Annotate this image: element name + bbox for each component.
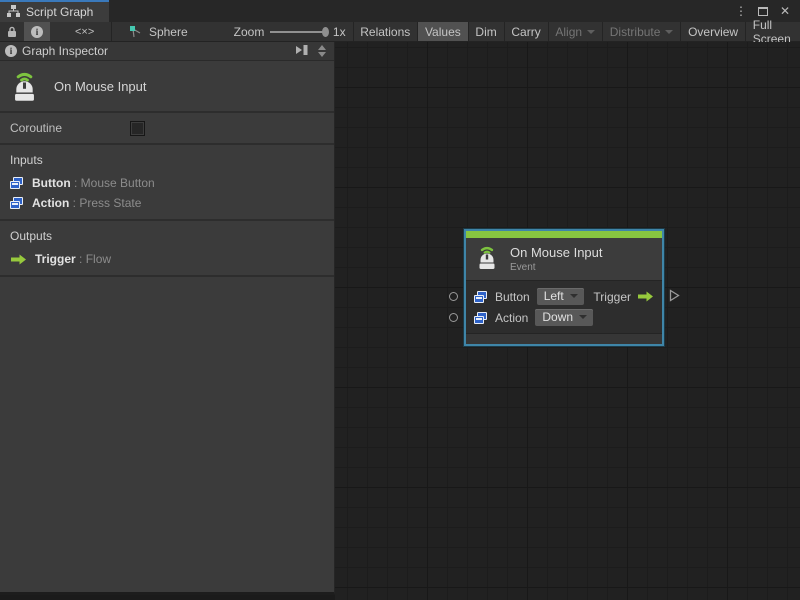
value-port-icon	[474, 291, 488, 303]
port-label: Button	[495, 290, 530, 304]
code-preview-icon[interactable]: <×>	[68, 22, 101, 41]
button-value-dropdown[interactable]: Left	[537, 288, 584, 305]
chevron-down-icon	[318, 52, 326, 57]
value-port-icon	[10, 197, 24, 209]
list-item: Action : Press State	[0, 193, 334, 213]
node-subtitle: Event	[510, 262, 603, 273]
carry-button[interactable]: Carry	[504, 22, 547, 41]
coroutine-label: Coroutine	[10, 121, 130, 135]
dim-button[interactable]: Dim	[468, 22, 503, 41]
lock-icon[interactable]	[0, 22, 24, 41]
mouse-input-icon	[474, 243, 500, 275]
node-footer	[466, 333, 662, 344]
node-accent-bar	[466, 231, 662, 238]
inputs-header: Inputs	[0, 153, 334, 173]
flow-arrow-icon	[637, 291, 654, 302]
info-toggle-button[interactable]: i	[24, 22, 50, 41]
toolbar: i <×> Sphere Zoom 1x Relations Values Di…	[0, 22, 800, 42]
zoom-label: Zoom	[227, 22, 265, 41]
align-button[interactable]: Align	[548, 22, 602, 41]
node-header[interactable]: On Mouse Input Event	[466, 238, 662, 281]
node-row-button: Button Left Trigger	[466, 286, 662, 307]
inspector-header: i Graph Inspector	[0, 42, 334, 61]
input-port[interactable]	[449, 313, 458, 322]
graph-pointer-icon	[129, 25, 142, 38]
graph-inspector-panel: i Graph Inspector	[0, 42, 335, 595]
script-graph-window: Script Graph ⋮ ✕ i <×> Sphere Zoom	[0, 0, 800, 600]
on-mouse-input-node[interactable]: On Mouse Input Event Button Left Trigger	[464, 229, 664, 346]
info-icon: i	[31, 26, 43, 38]
chevron-down-icon	[587, 30, 595, 34]
chevron-up-icon	[318, 45, 326, 50]
graph-icon	[7, 5, 20, 20]
tab-title: Script Graph	[26, 5, 93, 19]
panel-spinner[interactable]	[315, 44, 329, 58]
overview-button[interactable]: Overview	[681, 22, 745, 41]
outputs-header: Outputs	[0, 229, 334, 249]
values-button[interactable]: Values	[418, 22, 468, 41]
node-title: On Mouse Input	[510, 245, 603, 260]
inspected-node-summary: On Mouse Input	[0, 61, 334, 113]
target-object-label: Sphere	[149, 25, 188, 39]
mouse-input-icon	[8, 68, 41, 105]
inputs-section: Inputs Button : Mouse Button Action : Pr…	[0, 145, 334, 221]
coroutine-checkbox[interactable]	[130, 121, 145, 136]
value-port-icon	[10, 177, 24, 189]
tab-script-graph[interactable]: Script Graph	[0, 0, 109, 22]
zoom-value: 1x	[329, 22, 353, 41]
node-body: Button Left Trigger	[466, 281, 662, 333]
value-port-icon	[474, 312, 488, 324]
tab-strip: Script Graph ⋮ ✕	[0, 0, 800, 22]
output-port[interactable]	[669, 289, 680, 307]
inspected-node-title: On Mouse Input	[54, 79, 147, 94]
trigger-label: Trigger	[593, 290, 631, 304]
flow-arrow-icon	[10, 254, 27, 265]
node-row-action: Action Down	[466, 307, 662, 328]
zoom-slider-handle[interactable]	[322, 27, 329, 37]
inspector-empty-area	[0, 277, 334, 589]
full-screen-button[interactable]: Full Screen	[746, 22, 800, 41]
info-icon: i	[5, 45, 17, 57]
chevron-down-icon	[665, 30, 673, 34]
coroutine-row: Coroutine	[0, 113, 334, 145]
list-item: Button : Mouse Button	[0, 173, 334, 193]
chevron-down-icon	[579, 315, 587, 319]
zoom-slider[interactable]	[270, 31, 327, 33]
inspector-title: Graph Inspector	[22, 44, 108, 58]
dock-panel-icon[interactable]	[295, 44, 309, 59]
outputs-section: Outputs Trigger : Flow	[0, 221, 334, 277]
toolbar-divider	[111, 22, 112, 41]
input-port[interactable]	[449, 292, 458, 301]
action-value-dropdown[interactable]: Down	[535, 309, 593, 326]
menu-icon[interactable]: ⋮	[732, 2, 750, 20]
target-object-button[interactable]: Sphere	[122, 22, 195, 41]
distribute-button[interactable]: Distribute	[603, 22, 681, 41]
chevron-down-icon	[570, 294, 578, 298]
graph-canvas[interactable]: On Mouse Input Event Button Left Trigger	[335, 42, 800, 600]
port-label: Action	[495, 311, 528, 325]
list-item: Trigger : Flow	[0, 249, 334, 269]
relations-button[interactable]: Relations	[353, 22, 417, 41]
